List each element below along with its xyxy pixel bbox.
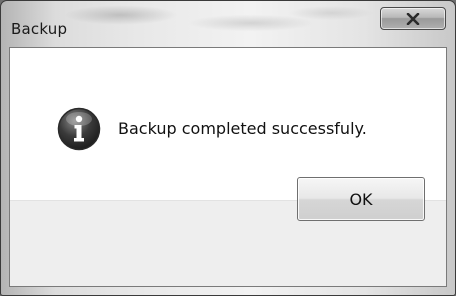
info-icon [57, 107, 101, 151]
close-icon [406, 12, 420, 25]
ok-button[interactable]: OK [297, 177, 425, 221]
close-button[interactable] [380, 7, 446, 30]
message-text: Backup completed successfuly. [118, 119, 367, 138]
window-title: Backup [11, 20, 68, 38]
backup-dialog-window: Backup Backup completed successfuly. OK [0, 0, 456, 296]
title-bar[interactable]: Backup [1, 1, 455, 47]
dialog-body: Backup completed successfuly. [9, 47, 447, 287]
